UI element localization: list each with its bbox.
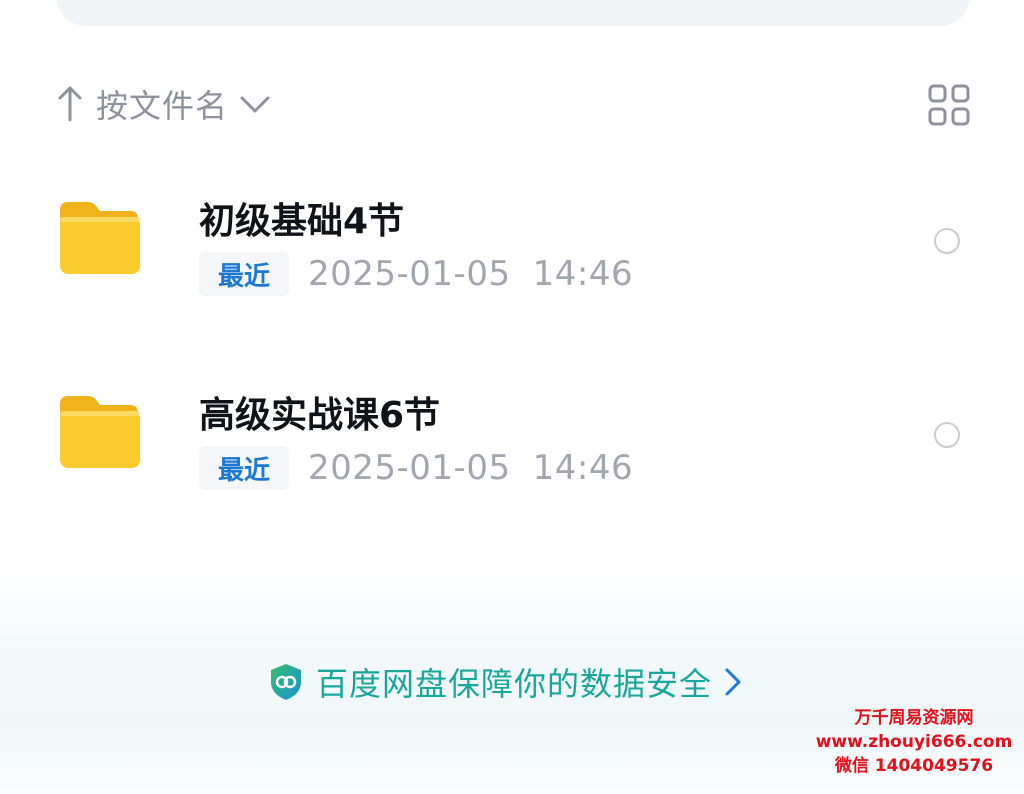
file-date: 2025-01-05 (308, 254, 511, 294)
watermark-line: 万千周易资源网 (854, 708, 974, 728)
grid-view-icon[interactable] (928, 84, 970, 126)
folder-icon (60, 396, 140, 468)
shield-icon (271, 664, 301, 700)
folder-icon (60, 202, 140, 274)
file-modified-datetime: 2025-01-05 14:46 (308, 446, 633, 490)
watermark-line: www.zhouyi666.com (815, 732, 1013, 752)
file-modified-datetime: 2025-01-05 14:46 (308, 252, 633, 296)
watermark-line: 微信 1404049576 (834, 756, 994, 776)
security-banner[interactable]: 百度网盘保障你的数据安全 (268, 658, 742, 706)
select-radio[interactable] (934, 422, 960, 448)
file-name[interactable]: 初级基础4节 (199, 192, 404, 244)
chevron-right-icon[interactable] (724, 667, 742, 697)
security-text[interactable]: 百度网盘保障你的数据安全 (316, 659, 712, 705)
sort-by-filename-label[interactable]: 按文件名 (96, 81, 228, 127)
search-bar[interactable] (56, 0, 970, 26)
sort-arrow-up-icon[interactable] (56, 84, 84, 124)
select-radio[interactable] (934, 228, 960, 254)
file-time: 14:46 (532, 448, 634, 488)
sort-row: 按文件名 (56, 80, 970, 128)
recent-badge: 最近 (199, 446, 289, 490)
file-row[interactable]: 高级实战课6节 最近 2025-01-05 14:46 (56, 354, 970, 490)
chevron-down-icon[interactable] (238, 92, 272, 116)
file-date: 2025-01-05 (308, 448, 511, 488)
watermark: 万千周易资源网 www.zhouyi666.com 微信 1404049576 (814, 706, 1014, 778)
recent-badge: 最近 (199, 252, 289, 296)
file-name[interactable]: 高级实战课6节 (199, 386, 440, 438)
file-time: 14:46 (532, 254, 634, 294)
file-row[interactable]: 初级基础4节 最近 2025-01-05 14:46 (56, 160, 970, 296)
file-list-screen: 按文件名 初级基础4节 最近 2025-01-05 14:46 高级实战课6节 … (0, 0, 1024, 794)
